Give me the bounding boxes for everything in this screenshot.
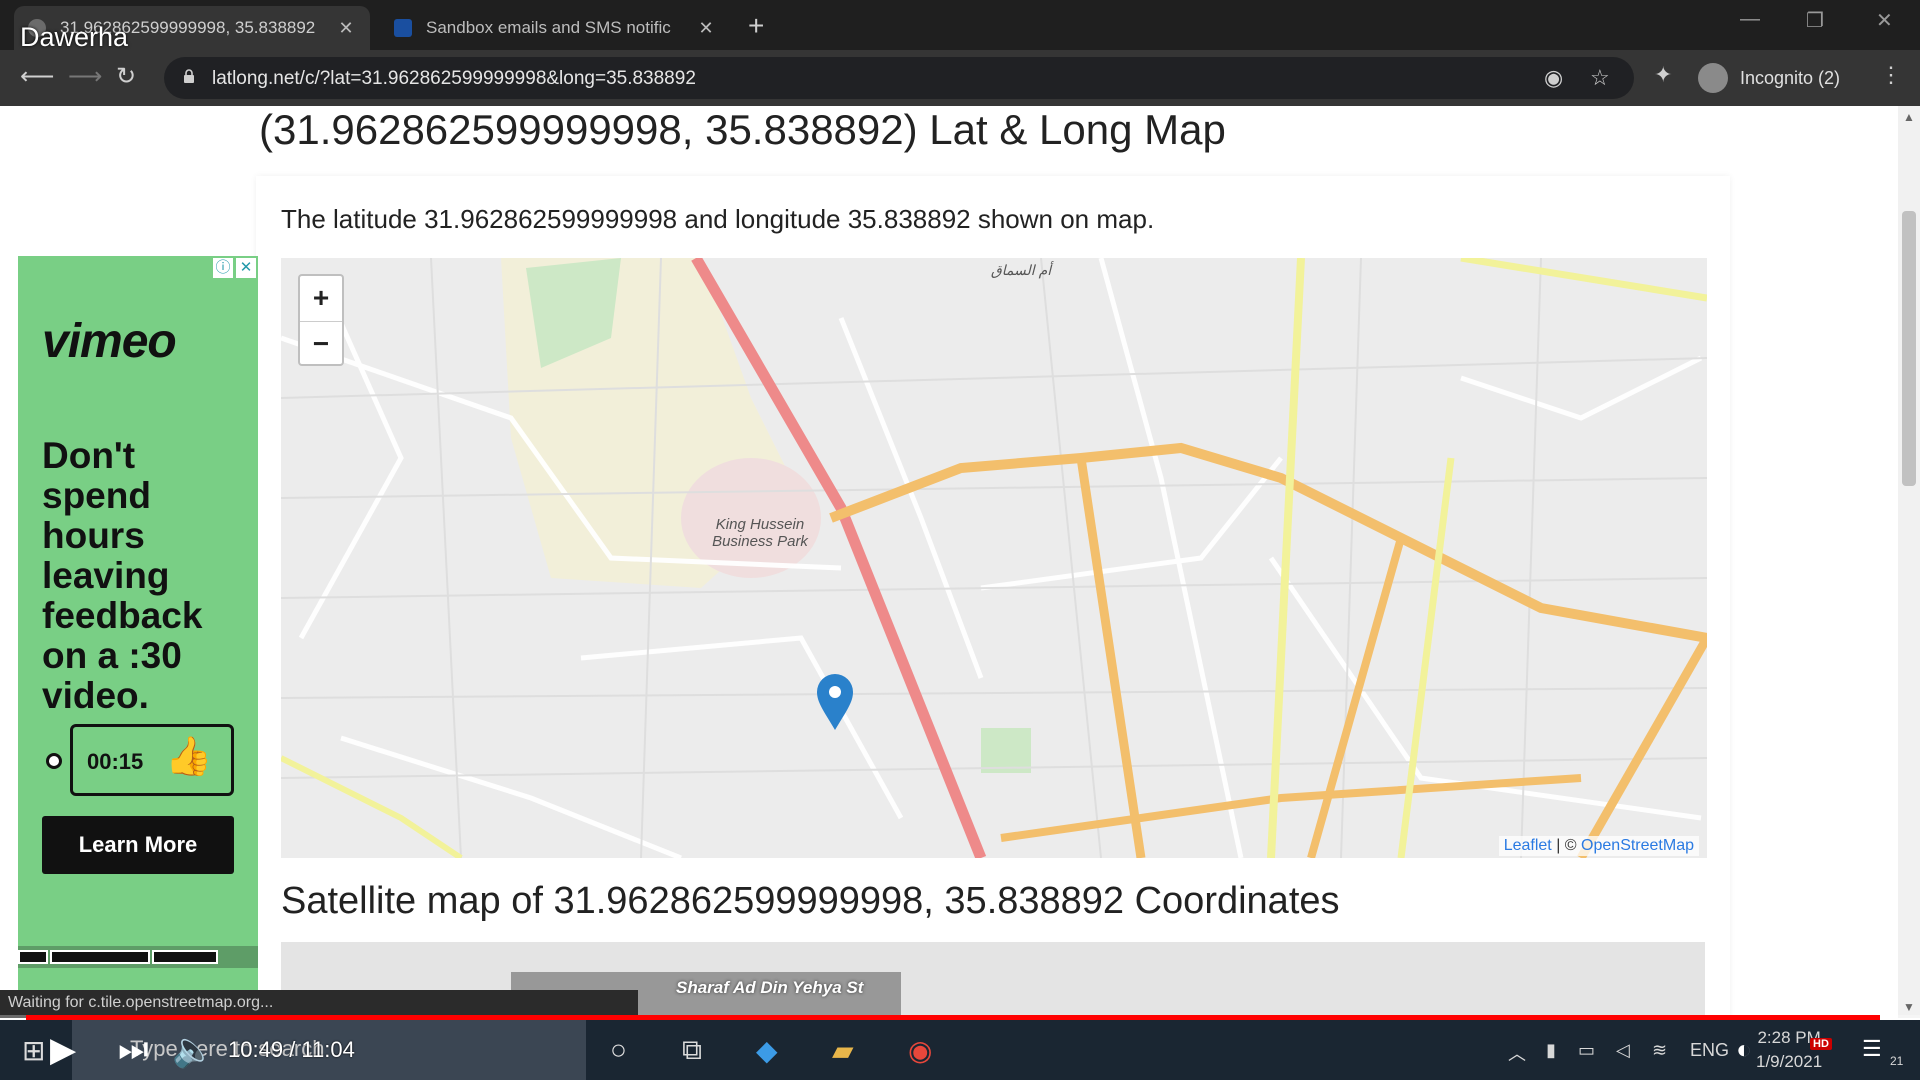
map-area-label: أم السماق — [990, 262, 1052, 278]
browser-toolbar: ⟵ ⟶ ↻ latlong.net/c/?lat=31.962862599999… — [0, 50, 1920, 106]
extensions-puzzle-icon[interactable]: ✦ — [1654, 62, 1672, 88]
task-view-icon[interactable]: ⧉ — [682, 1034, 702, 1067]
notification-count: 21 — [1890, 1054, 1904, 1068]
forward-arrow-icon[interactable]: ⟶ — [68, 62, 102, 91]
ad-progress-segment — [18, 950, 48, 964]
star-bookmark-icon[interactable]: ☆ — [1590, 65, 1610, 91]
ad-radio-dot — [46, 753, 62, 769]
scrollbar-thumb[interactable] — [1902, 211, 1916, 486]
zoom-control: + − — [298, 274, 344, 366]
more-menu-icon[interactable]: ⋮ — [1880, 62, 1902, 88]
ad-progress-segments — [18, 946, 258, 968]
ad-close-icon[interactable]: ✕ — [236, 258, 256, 278]
address-bar[interactable]: latlong.net/c/?lat=31.962862599999998&lo… — [164, 57, 1634, 99]
learn-more-button[interactable]: Learn More — [42, 816, 234, 874]
vscode-icon[interactable]: ◆ — [756, 1034, 778, 1067]
cortana-icon[interactable]: ○ — [610, 1034, 627, 1066]
zoom-out-button[interactable]: − — [300, 321, 342, 366]
eye-off-icon[interactable]: ◉ — [1544, 65, 1563, 91]
scroll-up-icon[interactable]: ▲ — [1903, 110, 1915, 124]
language-indicator[interactable]: ENG — [1690, 1040, 1729, 1061]
scroll-down-icon[interactable]: ▼ — [1903, 1000, 1915, 1014]
ad-choices[interactable]: ⓘ ✕ — [213, 258, 256, 278]
map-marker-pin-icon[interactable] — [815, 672, 855, 732]
map-tiles — [281, 258, 1707, 858]
video-current-time: 10:49 — [228, 1037, 284, 1062]
wifi-icon[interactable]: ≋ — [1652, 1040, 1667, 1061]
lock-icon — [184, 69, 194, 83]
satellite-street-label: Sharaf Ad Din Yehya St — [676, 978, 864, 997]
tray-chevron-icon[interactable]: ︿ — [1508, 1040, 1526, 1066]
satellite-section-heading: Satellite map of 31.962862599999998, 35.… — [281, 880, 1340, 922]
tab-title: Sandbox emails and SMS notific — [426, 18, 671, 37]
webpage-content: (31.962862599999998, 35.838892) Lat & Lo… — [0, 106, 1898, 1018]
play-icon[interactable]: ▶ — [50, 1030, 76, 1070]
incognito-profile-button[interactable]: Incognito (2) — [1698, 58, 1840, 98]
tab-sandbox-emails[interactable]: Sandbox emails and SMS notific ✕ — [380, 6, 730, 50]
video-channel-name: Dawerha — [20, 22, 129, 52]
ad-progress-segment — [50, 950, 150, 964]
chrome-icon[interactable]: ◉ — [908, 1034, 932, 1067]
autoplay-toggle-icon[interactable]: ◐ — [1736, 1034, 1752, 1065]
notifications-icon[interactable]: ☰ — [1862, 1036, 1882, 1062]
windows-start-icon[interactable]: ⊞ — [22, 1034, 45, 1067]
system-clock[interactable]: 2:28 PM 1/9/2021 — [1756, 1026, 1822, 1074]
thumbs-up-icon: 👍 — [165, 736, 213, 778]
hd-badge: HD — [1810, 1038, 1832, 1050]
speaker-icon[interactable]: ◁ — [1616, 1040, 1630, 1061]
map-park-label: King Hussein Business Park — [712, 516, 808, 550]
minimize-icon[interactable]: — — [1740, 8, 1760, 31]
vimeo-logo: vimeo — [42, 315, 177, 368]
microphone-icon[interactable]: ▮ — [1546, 1040, 1556, 1061]
restore-icon[interactable]: ❐ — [1806, 8, 1824, 33]
zoom-in-button[interactable]: + — [300, 276, 342, 321]
clock-date: 1/9/2021 — [1756, 1052, 1823, 1071]
paypal-icon — [394, 19, 412, 37]
video-duration: 11:04 — [301, 1037, 355, 1062]
ad-progress-segment — [152, 950, 218, 964]
volume-icon[interactable]: 🔈 — [172, 1030, 214, 1070]
next-video-icon[interactable]: ⏭ — [118, 1030, 149, 1069]
reload-icon[interactable]: ↻ — [116, 62, 136, 91]
ad-copy: Don't spend hours leaving feedback on a … — [42, 435, 203, 716]
coordinates-intro: The latitude 31.962862599999998 and long… — [281, 204, 1155, 234]
vimeo-advertisement[interactable]: ⓘ ✕ vimeo Don't spend hours leaving feed… — [18, 256, 258, 1016]
ad-timer-box: 00:15 👍 — [70, 724, 234, 796]
video-time: 10:49 / 11:04 — [228, 1037, 355, 1063]
ad-info-icon[interactable]: ⓘ — [213, 258, 233, 278]
close-window-icon[interactable]: ✕ — [1876, 8, 1893, 33]
leaflet-map[interactable]: أم السماق King Hussein Business Park + −… — [281, 258, 1707, 858]
back-arrow-icon[interactable]: ⟵ — [20, 62, 54, 91]
screen: 31.962862599999998, 35.838892 ✕ Sandbox … — [0, 0, 1920, 1080]
ad-timer: 00:15 — [87, 749, 144, 774]
page-title: (31.962862599999998, 35.838892) Lat & Lo… — [259, 106, 1226, 153]
new-tab-icon[interactable]: + — [748, 10, 764, 42]
leaflet-link[interactable]: Leaflet — [1504, 837, 1552, 854]
map-attribution: Leaflet | © OpenStreetMap — [1498, 836, 1699, 856]
incognito-icon — [1698, 63, 1728, 93]
attribution-separator: | © — [1556, 837, 1577, 854]
time-separator: / — [289, 1037, 302, 1062]
page-scrollbar[interactable]: ▲ ▼ — [1898, 106, 1920, 1018]
windows-taskbar: ⊞ Type here to search ▶ ⏭ 🔈 10:49 / 11:0… — [0, 1020, 1920, 1080]
profile-label: Incognito (2) — [1740, 67, 1841, 88]
file-explorer-icon[interactable]: ▰ — [832, 1034, 854, 1067]
browser-tab-strip: 31.962862599999998, 35.838892 ✕ Sandbox … — [0, 0, 1920, 50]
url-text: latlong.net/c/?lat=31.962862599999998&lo… — [212, 68, 696, 89]
close-tab-icon[interactable]: ✕ — [696, 18, 716, 39]
browser-status-bar: Waiting for c.tile.openstreetmap.org... — [0, 990, 638, 1018]
openstreetmap-link[interactable]: OpenStreetMap — [1581, 837, 1694, 854]
battery-icon[interactable]: ▭ — [1578, 1040, 1595, 1061]
close-tab-icon[interactable]: ✕ — [336, 18, 356, 39]
